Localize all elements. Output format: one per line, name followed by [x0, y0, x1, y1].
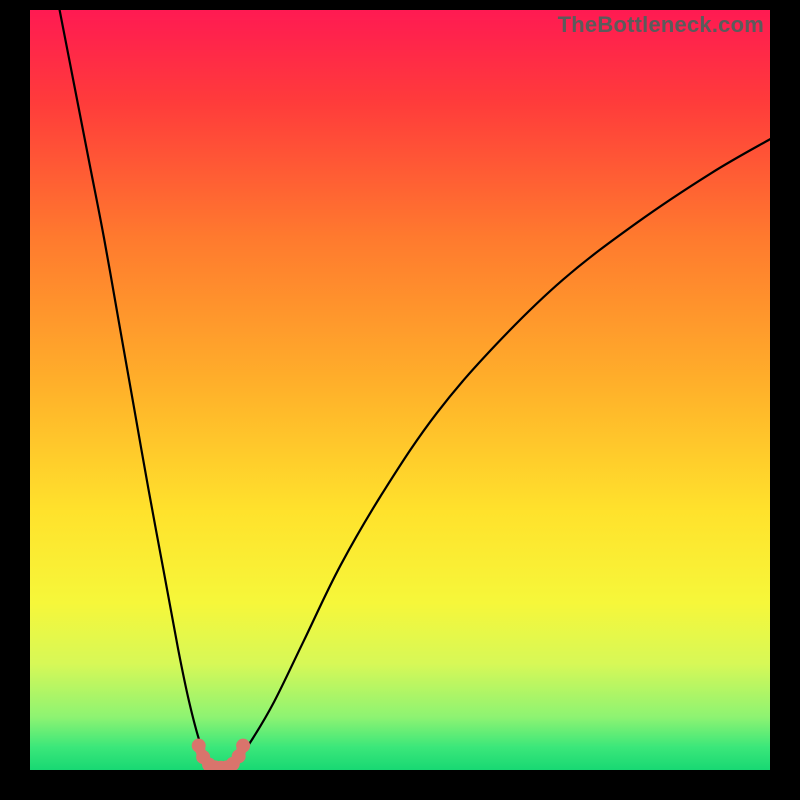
bottleneck-chart [30, 10, 770, 770]
chart-background [30, 10, 770, 770]
chart-frame [30, 10, 770, 770]
valley-marker-dot [236, 739, 250, 753]
watermark-text: TheBottleneck.com [558, 12, 764, 38]
